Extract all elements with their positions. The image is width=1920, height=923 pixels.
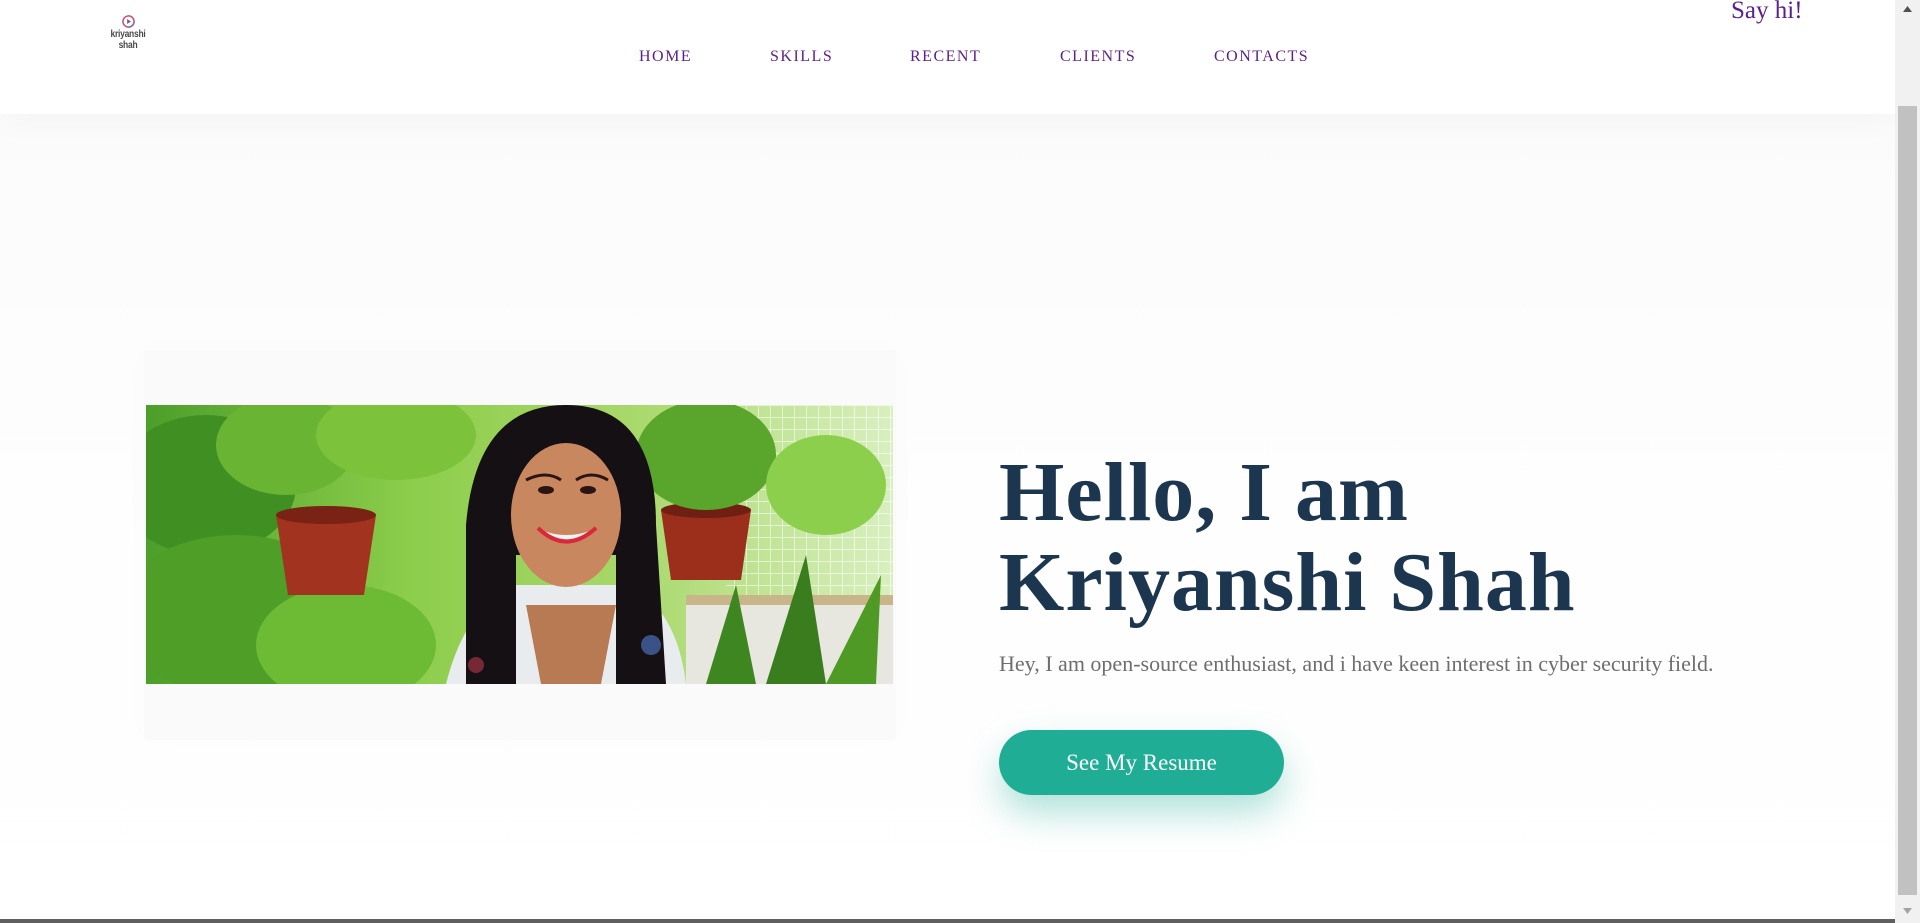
site-header: kriyanshi shah HOME SKILLS RECENT CLIENT…: [0, 0, 1895, 114]
hero-title-line-2: Kriyanshi Shah: [999, 536, 1576, 629]
page-viewport: kriyanshi shah HOME SKILLS RECENT CLIENT…: [0, 0, 1895, 923]
nav-clients[interactable]: CLIENTS: [1060, 48, 1136, 66]
scroll-up-button[interactable]: [1895, 0, 1920, 17]
scrollbar-thumb[interactable]: [1898, 106, 1917, 895]
say-hi-link[interactable]: Say hi!: [1731, 0, 1803, 25]
hero-title: Hello, I am Kriyanshi Shah: [999, 448, 1619, 628]
site-logo[interactable]: kriyanshi shah: [96, 12, 160, 51]
triangle-down-icon: [1903, 907, 1912, 914]
profile-photo-illustration: [146, 405, 893, 684]
play-circle-logo-icon: [121, 15, 135, 28]
hero-title-line-1: Hello, I am: [999, 446, 1409, 539]
profile-photo: [146, 405, 893, 684]
vertical-scrollbar[interactable]: [1895, 0, 1920, 923]
nav-home[interactable]: HOME: [639, 48, 692, 66]
window-bottom-edge: [0, 919, 1895, 923]
scroll-down-button[interactable]: [1895, 902, 1920, 919]
main-nav: HOME SKILLS RECENT CLIENTS CONTACTS: [0, 48, 1895, 68]
nav-skills[interactable]: SKILLS: [770, 48, 833, 66]
nav-contacts[interactable]: CONTACTS: [1214, 48, 1309, 66]
nav-recent[interactable]: RECENT: [910, 48, 981, 66]
hero-description: Hey, I am open-source enthusiast, and i …: [999, 651, 1714, 676]
triangle-up-icon: [1903, 5, 1912, 12]
see-resume-button[interactable]: See My Resume: [999, 730, 1284, 795]
